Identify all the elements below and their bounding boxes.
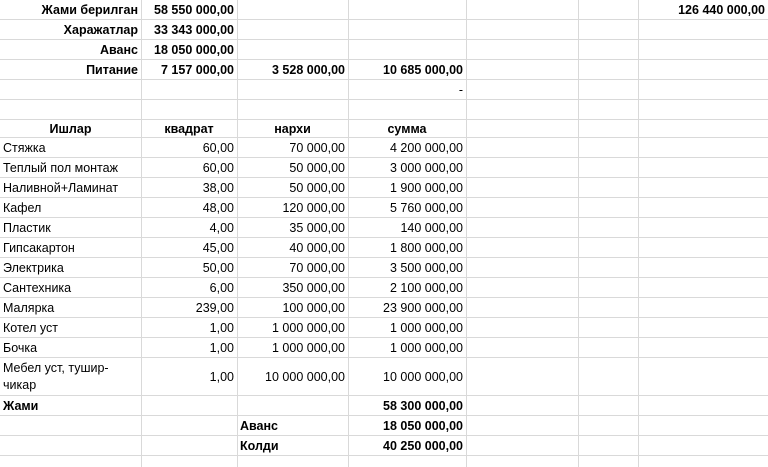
header-price[interactable]: нархи [237,120,348,138]
summary-label[interactable]: Жами берилган [0,0,141,20]
dash-cell[interactable]: - [348,80,466,100]
item-qty[interactable]: 6,00 [141,278,237,298]
item-sum[interactable]: 4 200 000,00 [348,138,466,158]
item-qty[interactable]: 38,00 [141,178,237,198]
item-name[interactable]: Электрика [0,258,141,278]
header-sum[interactable]: сумма [348,120,466,138]
total-value[interactable]: 58 300 000,00 [348,396,466,416]
item-qty[interactable]: 1,00 [141,318,237,338]
item-qty[interactable]: 1,00 [141,338,237,358]
item-sum[interactable]: 1 000 000,00 [348,338,466,358]
item-qty[interactable]: 4,00 [141,218,237,238]
item-price[interactable]: 120 000,00 [237,198,348,218]
item-sum[interactable]: 23 900 000,00 [348,298,466,318]
item-price[interactable]: 40 000,00 [237,238,348,258]
item-sum[interactable]: 3 500 000,00 [348,258,466,278]
item-name[interactable]: Кафел [0,198,141,218]
summary-value[interactable]: 33 343 000,00 [141,20,237,40]
summary-value[interactable]: 10 685 000,00 [348,60,466,80]
item-name[interactable]: Мебел уст, тушир-чикар [0,358,141,396]
item-sum[interactable]: 140 000,00 [348,218,466,238]
column-gridline [578,0,579,467]
item-sum[interactable]: 5 760 000,00 [348,198,466,218]
item-sum[interactable]: 2 100 000,00 [348,278,466,298]
remaining-value[interactable]: 40 250 000,00 [348,436,466,456]
item-sum[interactable]: 1 900 000,00 [348,178,466,198]
item-price[interactable]: 1 000 000,00 [237,318,348,338]
spreadsheet-grid: Жами берилган 58 550 000,00 126 440 000,00… [0,0,768,467]
item-sum[interactable]: 1 800 000,00 [348,238,466,258]
item-name[interactable]: Наливной+Ламинат [0,178,141,198]
item-name[interactable]: Стяжка [0,138,141,158]
item-qty[interactable]: 45,00 [141,238,237,258]
item-qty[interactable]: 239,00 [141,298,237,318]
item-name[interactable]: Малярка [0,298,141,318]
summary-label[interactable]: Аванс [0,40,141,60]
item-price[interactable]: 10 000 000,00 [237,358,348,396]
item-name[interactable]: Теплый пол монтаж [0,158,141,178]
total-label[interactable]: Жами [0,396,141,416]
item-name[interactable]: Гипсакартон [0,238,141,258]
item-price[interactable]: 35 000,00 [237,218,348,238]
item-price[interactable]: 350 000,00 [237,278,348,298]
advance-value[interactable]: 18 050 000,00 [348,416,466,436]
item-price[interactable]: 70 000,00 [237,138,348,158]
summary-extra-value[interactable]: 126 440 000,00 [578,0,768,20]
item-price[interactable]: 50 000,00 [237,178,348,198]
summary-label[interactable]: Питание [0,60,141,80]
item-sum[interactable]: 3 000 000,00 [348,158,466,178]
item-name[interactable]: Пластик [0,218,141,238]
column-gridline [466,0,467,467]
summary-value[interactable]: 58 550 000,00 [141,0,237,20]
column-gridline [638,0,639,467]
summary-value[interactable]: 3 528 000,00 [237,60,348,80]
item-price[interactable]: 70 000,00 [237,258,348,278]
item-price[interactable]: 50 000,00 [237,158,348,178]
item-qty[interactable]: 60,00 [141,138,237,158]
item-sum[interactable]: 1 000 000,00 [348,318,466,338]
header-work[interactable]: Ишлар [0,120,141,138]
item-price[interactable]: 1 000 000,00 [237,338,348,358]
header-qty[interactable]: квадрат [141,120,237,138]
item-qty[interactable]: 1,00 [141,358,237,396]
summary-value[interactable]: 7 157 000,00 [141,60,237,80]
item-price[interactable]: 100 000,00 [237,298,348,318]
item-qty[interactable]: 48,00 [141,198,237,218]
item-sum[interactable]: 10 000 000,00 [348,358,466,396]
item-qty[interactable]: 60,00 [141,158,237,178]
advance-label[interactable]: Аванс [237,416,348,436]
summary-value[interactable]: 18 050 000,00 [141,40,237,60]
item-name[interactable]: Котел уст [0,318,141,338]
item-qty[interactable]: 50,00 [141,258,237,278]
summary-label[interactable]: Харажатлар [0,20,141,40]
remaining-label[interactable]: Колди [237,436,348,456]
item-name[interactable]: Сантехника [0,278,141,298]
item-name[interactable]: Бочка [0,338,141,358]
